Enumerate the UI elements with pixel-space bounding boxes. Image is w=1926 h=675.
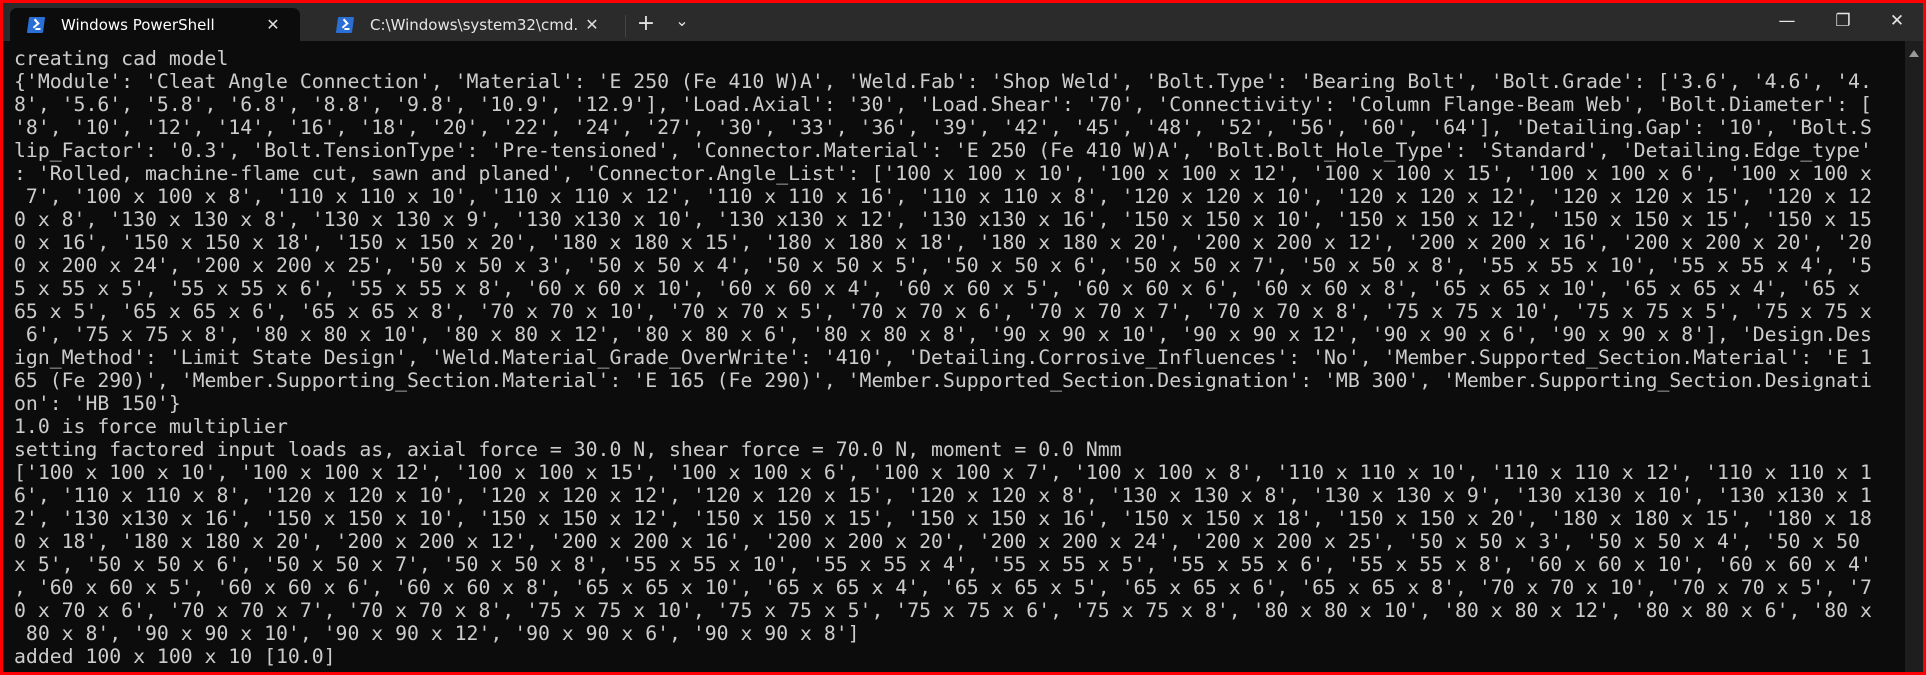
tab-title: C:\Windows\system32\cmd.exe	[370, 15, 577, 34]
title-bar: Windows PowerShell ✕ C:\Windows\system32…	[3, 3, 1923, 41]
terminal-window: Windows PowerShell ✕ C:\Windows\system32…	[3, 3, 1923, 672]
output-line: creating cad model	[14, 47, 229, 70]
output-line: ign_Method': 'Limit State Design', 'Weld…	[14, 346, 1872, 369]
output-line: on': 'HB 150'}	[14, 392, 181, 415]
tab-dropdown-chevron-icon[interactable]: ⌄	[665, 9, 699, 39]
divider	[625, 15, 626, 37]
output-line: 6', '110 x 110 x 8', '120 x 120 x 10', '…	[14, 484, 1872, 507]
output-line: 8', '5.6', '5.8', '6.8', '8.8', '9.8', '…	[14, 93, 1872, 116]
close-tab-icon[interactable]: ✕	[258, 15, 288, 34]
output-line: setting factored input loads as, axial f…	[14, 438, 1122, 461]
output-line: 65 x 5', '65 x 65 x 6', '65 x 65 x 8', '…	[14, 300, 1872, 323]
output-line: 2', '130 x130 x 16', '150 x 150 x 10', '…	[14, 507, 1872, 530]
output-line: '8', '10', '12', '14', '16', '18', '20',…	[14, 116, 1872, 139]
output-line: 0 x 200 x 24', '200 x 200 x 25', '50 x 5…	[14, 254, 1872, 277]
output-line: ['100 x 100 x 10', '100 x 100 x 12', '10…	[14, 461, 1872, 484]
output-line: 0 x 18', '180 x 180 x 20', '200 x 200 x …	[14, 530, 1860, 553]
output-line: added 100 x 100 x 10 [10.0]	[14, 645, 336, 668]
output-line: 0 x 70 x 6', '70 x 70 x 7', '70 x 70 x 8…	[14, 599, 1872, 622]
restore-button[interactable]: ❐	[1815, 3, 1871, 39]
output-line: , '60 x 60 x 5', '60 x 60 x 6', '60 x 60…	[14, 576, 1872, 599]
output-line: lip_Factor': '0.3', 'Bolt.TensionType': …	[14, 139, 1872, 162]
terminal-output[interactable]: creating cad model {'Module': 'Cleat Ang…	[3, 41, 1903, 668]
output-line: 80 x 8', '90 x 90 x 10', '90 x 90 x 12',…	[14, 622, 860, 645]
tab-cmd[interactable]: C:\Windows\system32\cmd.exe ✕	[319, 8, 619, 41]
output-line: {'Module': 'Cleat Angle Connection', 'Ma…	[14, 70, 1872, 93]
scroll-up-arrow-icon[interactable]	[1909, 50, 1919, 57]
tab-title: Windows PowerShell	[61, 15, 215, 34]
output-line: 1.0 is force multiplier	[14, 415, 288, 438]
powershell-icon	[26, 16, 46, 33]
output-line: x 5', '50 x 50 x 6', '50 x 50 x 7', '50 …	[14, 553, 1872, 576]
tab-windows-powershell[interactable]: Windows PowerShell ✕	[10, 8, 300, 41]
output-line: 65 (Fe 290)', 'Member.Supporting_Section…	[14, 369, 1872, 392]
minimize-button[interactable]: —	[1759, 3, 1815, 39]
close-tab-icon[interactable]: ✕	[577, 15, 607, 34]
output-line: : 'Rolled, machine-flame cut, sawn and p…	[14, 162, 1872, 185]
output-line: 7', '100 x 100 x 8', '110 x 110 x 10', '…	[14, 185, 1872, 208]
powershell-icon	[335, 16, 355, 33]
new-tab-button[interactable]: +	[629, 9, 663, 39]
output-line: 6', '75 x 75 x 8', '80 x 80 x 10', '80 x…	[14, 323, 1872, 346]
output-line: 0 x 16', '150 x 150 x 18', '150 x 150 x …	[14, 231, 1872, 254]
vertical-scrollbar[interactable]	[1905, 41, 1923, 672]
output-line: 0 x 8', '130 x 130 x 8', '130 x 130 x 9'…	[14, 208, 1872, 231]
close-window-button[interactable]: ✕	[1869, 3, 1925, 39]
output-line: 5 x 55 x 5', '55 x 55 x 6', '55 x 55 x 8…	[14, 277, 1860, 300]
